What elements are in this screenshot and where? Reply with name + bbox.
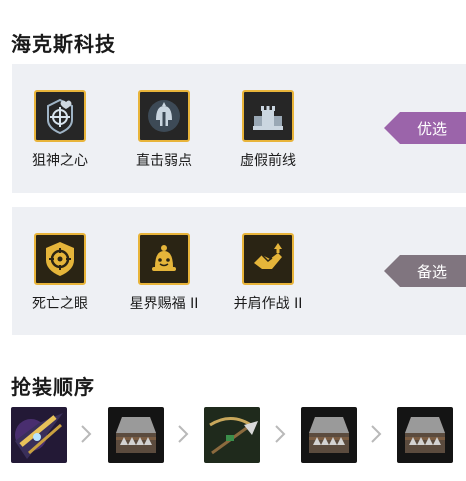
augment-label: 直击弱点	[136, 153, 192, 169]
augment-label: 虚假前线	[240, 153, 296, 169]
handshake-arrow-icon	[242, 233, 294, 285]
chevron-right-icon	[371, 425, 382, 443]
augment-label: 死亡之眼	[32, 296, 88, 312]
augment-label: 并肩作战 II	[233, 296, 303, 312]
augment-slot[interactable]: 狙神之心	[15, 90, 105, 170]
augment-slot[interactable]: 死亡之眼	[15, 233, 105, 313]
alternate-panel: 死亡之眼 星界赐福 II 并肩作战 II 备选	[12, 207, 466, 335]
augment-slot[interactable]: 星界赐福 II	[119, 233, 209, 313]
build-order-title: 抢装顺序	[11, 375, 95, 399]
augment-label: 星界赐福 II	[129, 296, 199, 312]
preferred-tag: 优选	[384, 112, 466, 144]
augment-slot[interactable]: 虚假前线	[223, 90, 313, 170]
spiked-armor-icon[interactable]	[397, 407, 453, 463]
augment-slot[interactable]: 直击弱点	[119, 90, 209, 170]
spartan-helmet-icon	[138, 90, 190, 142]
castle-rook-icon	[242, 90, 294, 142]
bell-blessing-icon	[138, 233, 190, 285]
spear-bow-icon[interactable]	[204, 407, 260, 463]
star-blade-icon[interactable]	[11, 407, 67, 463]
spiked-armor-icon[interactable]	[301, 407, 357, 463]
alternate-tag: 备选	[384, 255, 466, 287]
chevron-right-icon	[81, 425, 92, 443]
hextech-title: 海克斯科技	[11, 32, 116, 56]
augment-label: 狙神之心	[32, 153, 88, 169]
spiked-armor-icon[interactable]	[108, 407, 164, 463]
target-shield-icon	[34, 233, 86, 285]
crosshair-heart-icon	[34, 90, 86, 142]
chevron-right-icon	[178, 425, 189, 443]
chevron-right-icon	[275, 425, 286, 443]
augment-slot[interactable]: 并肩作战 II	[223, 233, 313, 313]
preferred-panel: 狙神之心 直击弱点 虚假前线 优选	[12, 64, 466, 193]
